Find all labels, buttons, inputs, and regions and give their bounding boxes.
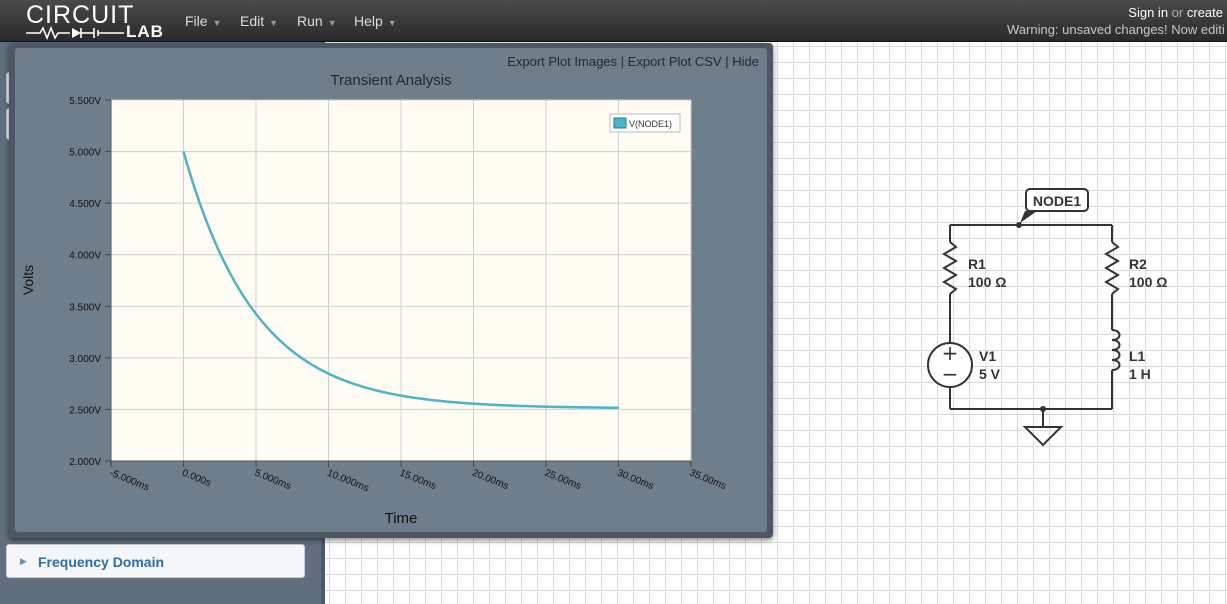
- node-label: NODE1: [1033, 193, 1081, 209]
- caret-down-icon: ▼: [269, 18, 279, 28]
- menu-edit-label: Edit: [240, 13, 265, 29]
- y-tick-label: 3.500V: [69, 302, 101, 313]
- x-tick-label: 20.00ms: [470, 468, 510, 493]
- logo-word-circuit: CIRCUIT: [26, 1, 135, 29]
- separator: |: [725, 54, 729, 69]
- menu-file[interactable]: File ▼: [185, 13, 221, 29]
- x-tick-label: 10.000ms: [325, 468, 370, 495]
- menu-file-label: File: [185, 13, 208, 29]
- x-tick-label: 25.00ms: [543, 468, 583, 493]
- x-tick-label: 35.00ms: [688, 468, 728, 493]
- y-axis-label: Volts: [20, 265, 36, 295]
- x-axis-label: Time: [385, 510, 418, 527]
- r2-value: 100 Ω: [1129, 274, 1167, 290]
- y-tick-label: 2.500V: [69, 405, 101, 416]
- svg-text:−: −: [942, 362, 959, 386]
- r1-name: R1: [968, 256, 986, 272]
- menu-run-label: Run: [297, 13, 323, 29]
- r2-name: R2: [1129, 256, 1147, 272]
- l1-value: 1 H: [1129, 366, 1151, 382]
- top-bar: CIRCUIT LAB File ▼ Edit ▼ Run ▼ Help ▼ Sign …: [0, 0, 1227, 42]
- v1-value: 5 V: [979, 366, 1001, 382]
- l1-name: L1: [1129, 348, 1146, 364]
- x-tick-label: -5.000ms: [108, 468, 151, 494]
- frequency-domain-label: Frequency Domain: [38, 554, 165, 570]
- x-tick-label: 5.000ms: [253, 468, 293, 493]
- x-tick-label: 15.00ms: [398, 468, 438, 493]
- caret-down-icon: ▼: [387, 18, 397, 28]
- y-tick-label: 3.000V: [69, 354, 101, 365]
- logo-word-lab: LAB: [126, 22, 164, 41]
- unsaved-warning: Warning: unsaved changes! Now editi: [1007, 22, 1225, 37]
- separator: |: [620, 54, 625, 69]
- hide-link[interactable]: Hide: [732, 54, 759, 69]
- x-tick-label: 30.00ms: [615, 468, 655, 493]
- legend-swatch: [613, 117, 627, 129]
- plot-window: Transient Analysis 5.500V 5.000V 4.500V 4.0…: [9, 43, 773, 538]
- menu-edit[interactable]: Edit ▼: [240, 13, 278, 29]
- export-csv-link[interactable]: Export Plot CSV: [628, 54, 722, 69]
- legend-label: V(NODE1): [629, 119, 672, 129]
- caret-down-icon: ▼: [212, 18, 222, 28]
- r1-value: 100 Ω: [968, 274, 1006, 290]
- y-tick-label: 4.000V: [69, 251, 101, 262]
- expand-triangle-icon: ▶: [20, 556, 27, 566]
- plot-links: Export Plot Images | Export Plot CSV | H…: [507, 54, 759, 69]
- frequency-domain-panel[interactable]: ▶ Frequency Domain: [6, 544, 305, 578]
- v1-name: V1: [979, 348, 996, 364]
- account-links: Sign in or create: [1128, 5, 1223, 20]
- caret-down-icon: ▼: [327, 18, 337, 28]
- or-text: or: [1171, 5, 1184, 20]
- y-tick-label: 5.500V: [69, 96, 101, 107]
- create-link[interactable]: create: [1187, 5, 1223, 20]
- menu-help[interactable]: Help ▼: [354, 13, 397, 29]
- sign-in-link[interactable]: Sign in: [1128, 5, 1168, 20]
- menu-help-label: Help: [354, 13, 383, 29]
- y-tick-label: 5.000V: [69, 148, 101, 159]
- menu-run[interactable]: Run ▼: [297, 13, 337, 29]
- export-images-link[interactable]: Export Plot Images: [507, 54, 617, 69]
- y-tick-label: 2.000V: [69, 457, 101, 468]
- y-tick-label: 4.500V: [69, 199, 101, 210]
- chart-legend: V(NODE1): [609, 113, 681, 133]
- transient-chart: Transient Analysis 5.500V 5.000V 4.500V 4.0…: [20, 72, 728, 527]
- plot-panel: Transient Analysis 5.500V 5.000V 4.500V 4.0…: [15, 48, 767, 532]
- logo-circuit-icon: [26, 26, 124, 40]
- chart-title: Transient Analysis: [330, 72, 451, 89]
- x-tick-label: 0.000s: [180, 468, 212, 489]
- circuitlab-logo[interactable]: CIRCUIT LAB: [26, 2, 166, 40]
